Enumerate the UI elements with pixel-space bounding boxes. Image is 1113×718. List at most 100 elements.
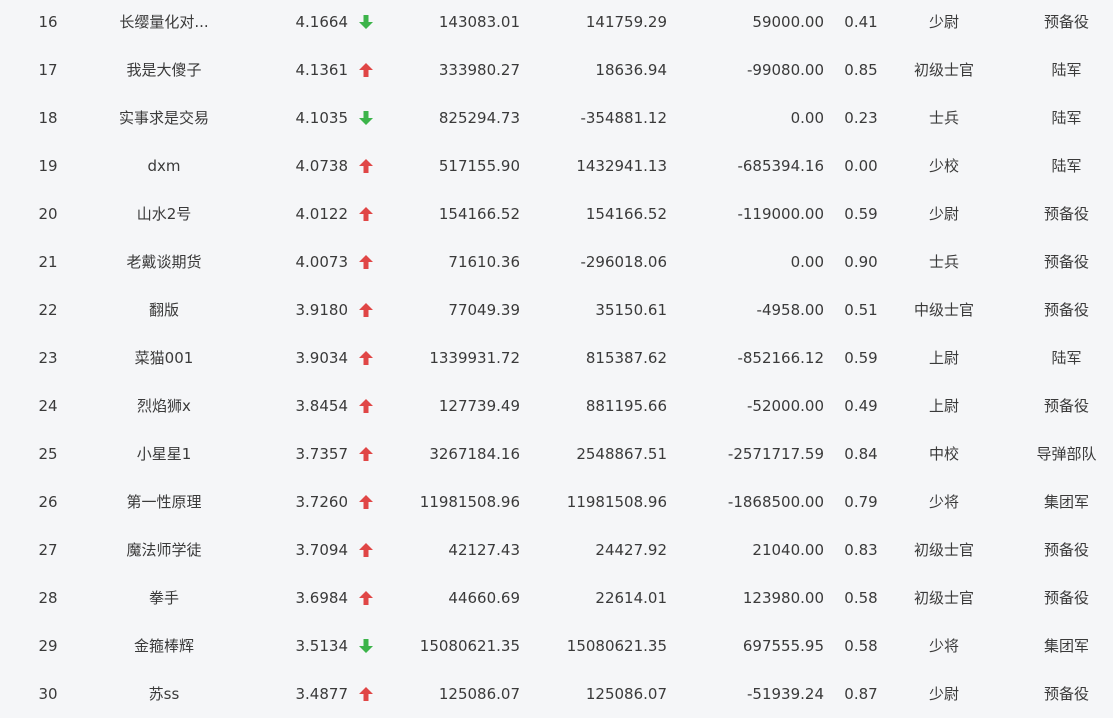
value-3-cell: 59000.00	[752, 13, 824, 31]
ratio-cell: 0.49	[844, 397, 878, 415]
value-1-cell: 77049.39	[448, 301, 520, 319]
ratio-cell: 0.58	[844, 637, 878, 655]
trend-up-arrow-icon	[352, 430, 380, 478]
score-cell: 3.5134	[295, 637, 349, 655]
value-1-cell: 143083.01	[438, 13, 520, 31]
trend-down-arrow-icon	[352, 622, 380, 670]
name-cell: 第一性原理	[126, 493, 202, 511]
table-row[interactable]: 24 烈焰狮x 3.8454 127739.49 881195.66 -52000.00 0…	[0, 382, 1113, 430]
value-2-cell: 1432941.13	[576, 157, 667, 175]
name-cell: 苏ss	[148, 685, 180, 703]
value-1-cell: 125086.07	[438, 685, 520, 703]
trend-up-arrow-icon	[352, 526, 380, 574]
military-rank-cell: 中校	[928, 445, 959, 463]
table-row[interactable]: 17 我是大傻子 4.1361 333980.27 18636.94 -99080.00 0…	[0, 46, 1113, 94]
unit-cell: 导弹部队	[1036, 445, 1097, 463]
military-rank-cell: 初级士官	[913, 61, 974, 79]
rank-cell: 16	[38, 13, 58, 31]
table-row[interactable]: 20 山水2号 4.0122 154166.52 154166.52 -119000.00…	[0, 190, 1113, 238]
value-3-cell: -2571717.59	[727, 445, 824, 463]
score-cell: 3.7094	[295, 541, 349, 559]
value-1-cell: 154166.52	[438, 205, 520, 223]
rank-cell: 28	[38, 589, 58, 607]
table-row[interactable]: 26 第一性原理 3.7260 11981508.96 11981508.96 -1868…	[0, 478, 1113, 526]
value-2-cell: 815387.62	[585, 349, 667, 367]
trend-up-arrow-icon	[352, 382, 380, 430]
score-cell: 3.4877	[295, 685, 349, 703]
ratio-cell: 0.51	[844, 301, 878, 319]
unit-cell: 陆军	[1051, 109, 1082, 127]
table-row[interactable]: 18 实事求是交易 4.1035 825294.73 -354881.12 0.00 0.2…	[0, 94, 1113, 142]
name-cell: 拳手	[148, 589, 179, 607]
table-row[interactable]: 28 拳手 3.6984 44660.69 22614.01 123980.00 0.58 初…	[0, 574, 1113, 622]
unit-cell: 预备役	[1043, 589, 1089, 607]
trend-up-arrow-icon	[352, 142, 380, 190]
value-1-cell: 825294.73	[438, 109, 520, 127]
ratio-cell: 0.84	[844, 445, 878, 463]
table-row[interactable]: 29 金箍棒辉 3.5134 15080621.35 15080621.35 697555…	[0, 622, 1113, 670]
name-cell: 菜猫001	[134, 349, 194, 367]
score-cell: 4.0073	[295, 253, 349, 271]
trend-up-arrow-icon	[352, 670, 380, 718]
table-row[interactable]: 23 菜猫001 3.9034 1339931.72 815387.62 -852166.…	[0, 334, 1113, 382]
trend-down-arrow-icon	[352, 94, 380, 142]
table-row[interactable]: 30 苏ss 3.4877 125086.07 125086.07 -51939.24 0.…	[0, 670, 1113, 718]
name-cell: 我是大傻子	[126, 61, 202, 79]
value-2-cell: 125086.07	[585, 685, 667, 703]
score-cell: 3.6984	[295, 589, 349, 607]
unit-cell: 预备役	[1043, 253, 1089, 271]
table-row[interactable]: 22 翻版 3.9180 77049.39 35150.61 -4958.00 0.51 中级…	[0, 286, 1113, 334]
rank-cell: 18	[38, 109, 58, 127]
ratio-cell: 0.59	[844, 349, 878, 367]
unit-cell: 预备役	[1043, 13, 1089, 31]
rank-cell: 29	[38, 637, 58, 655]
value-3-cell: -119000.00	[737, 205, 824, 223]
rank-cell: 17	[38, 61, 58, 79]
value-1-cell: 42127.43	[448, 541, 520, 559]
table-row[interactable]: 25 小星星1 3.7357 3267184.16 2548867.51 -2571717…	[0, 430, 1113, 478]
table-row[interactable]: 27 魔法师学徒 3.7094 42127.43 24427.92 21040.00 0.8…	[0, 526, 1113, 574]
table-row[interactable]: 16 长缨量化对... 4.1664 143083.01 141759.29 59000.…	[0, 0, 1113, 46]
rank-cell: 30	[38, 685, 58, 703]
value-2-cell: 154166.52	[585, 205, 667, 223]
ratio-cell: 0.23	[844, 109, 878, 127]
ratio-cell: 0.90	[844, 253, 878, 271]
rank-cell: 21	[38, 253, 58, 271]
unit-cell: 集团军	[1043, 493, 1089, 511]
unit-cell: 预备役	[1043, 541, 1089, 559]
military-rank-cell: 上尉	[928, 397, 959, 415]
score-cell: 3.7260	[295, 493, 349, 511]
table-row[interactable]: 21 老戴谈期货 4.0073 71610.36 -296018.06 0.00 0.90 士…	[0, 238, 1113, 286]
score-cell: 4.0122	[295, 205, 349, 223]
value-1-cell: 3267184.16	[429, 445, 520, 463]
score-cell: 4.1035	[295, 109, 349, 127]
value-2-cell: 24427.92	[595, 541, 667, 559]
value-3-cell: -52000.00	[747, 397, 824, 415]
score-cell: 3.7357	[295, 445, 349, 463]
military-rank-cell: 少尉	[928, 685, 959, 703]
trend-up-arrow-icon	[352, 46, 380, 94]
name-cell: 烈焰狮x	[137, 397, 191, 415]
military-rank-cell: 初级士官	[913, 589, 974, 607]
value-3-cell: -51939.24	[747, 685, 824, 703]
unit-cell: 陆军	[1051, 61, 1082, 79]
table-row[interactable]: 19 dxm 4.0738 517155.90 1432941.13 -685394.16…	[0, 142, 1113, 190]
score-cell: 4.1664	[295, 13, 349, 31]
ratio-cell: 0.41	[844, 13, 878, 31]
rank-cell: 19	[38, 157, 58, 175]
rank-cell: 22	[38, 301, 58, 319]
value-2-cell: 141759.29	[585, 13, 667, 31]
trend-up-arrow-icon	[352, 574, 380, 622]
value-3-cell: -685394.16	[737, 157, 824, 175]
unit-cell: 集团军	[1043, 637, 1089, 655]
value-3-cell: 21040.00	[752, 541, 824, 559]
military-rank-cell: 少将	[928, 637, 959, 655]
ratio-cell: 0.58	[844, 589, 878, 607]
value-2-cell: 18636.94	[595, 61, 667, 79]
value-2-cell: -354881.12	[580, 109, 667, 127]
military-rank-cell: 初级士官	[913, 541, 974, 559]
ranking-table: 16 长缨量化对... 4.1664 143083.01 141759.29 59000.…	[0, 0, 1113, 713]
score-cell: 4.0738	[295, 157, 349, 175]
value-2-cell: 11981508.96	[566, 493, 667, 511]
rank-cell: 26	[38, 493, 58, 511]
